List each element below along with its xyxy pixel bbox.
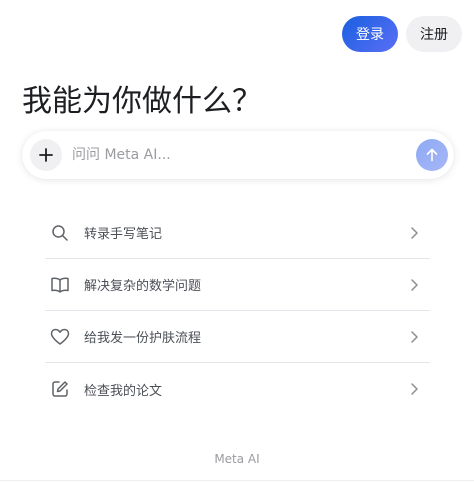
suggestion-label: 转录手写笔记: [84, 227, 163, 242]
signup-button[interactable]: 注册: [406, 16, 462, 52]
heart-icon: [50, 327, 70, 347]
chevron-right-icon: [406, 277, 422, 293]
suggestion-item-check-essay[interactable]: 检查我的论文: [45, 363, 430, 415]
book-icon: [50, 275, 70, 295]
footer-brand-text: Meta AI: [214, 452, 260, 466]
chevron-right-icon: [406, 381, 422, 397]
prompt-input[interactable]: [72, 143, 402, 167]
send-button[interactable]: [416, 139, 448, 171]
suggestion-item-skincare-routine[interactable]: 给我发一份护肤流程: [45, 311, 430, 363]
suggestion-label: 给我发一份护肤流程: [84, 331, 202, 346]
prompt-composer: [22, 131, 454, 179]
divider: [0, 480, 474, 481]
page-title: 我能为你做什么？: [22, 84, 262, 120]
add-attachment-button[interactable]: [30, 139, 62, 171]
plus-icon: [39, 148, 53, 162]
edit-icon: [50, 379, 70, 399]
suggestion-label: 解决复杂的数学问题: [84, 279, 202, 294]
arrow-up-icon: [426, 148, 438, 162]
login-button[interactable]: 登录: [342, 16, 398, 52]
suggestion-list: 转录手写笔记 解决复杂的数学问题 给我发一份护肤流程 检查我的论文: [45, 207, 430, 415]
search-icon: [50, 223, 70, 243]
chevron-right-icon: [406, 329, 422, 345]
suggestion-item-math-problems[interactable]: 解决复杂的数学问题: [45, 259, 430, 311]
chevron-right-icon: [406, 225, 422, 241]
suggestion-label: 检查我的论文: [84, 383, 163, 399]
suggestion-item-transcribe-notes[interactable]: 转录手写笔记: [45, 207, 430, 259]
